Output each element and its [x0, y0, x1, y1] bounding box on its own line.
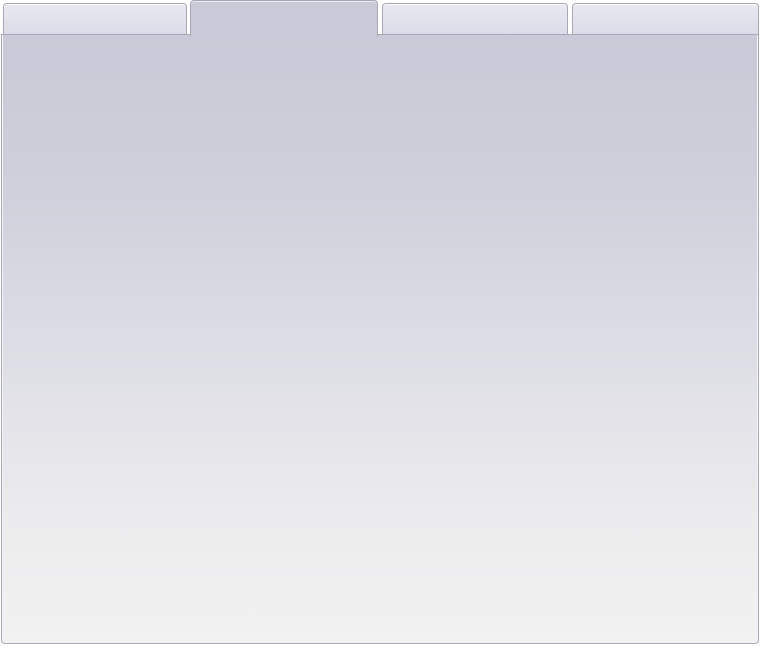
tab-widget [0, 0, 760, 648]
tab-3[interactable] [382, 3, 568, 34]
tab-2-active[interactable] [190, 0, 378, 36]
tab-bar [0, 0, 760, 36]
active-tab-connector [191, 34, 377, 36]
tab-4[interactable] [572, 3, 759, 34]
tab-1[interactable] [3, 3, 187, 34]
tab-panel [1, 34, 759, 644]
